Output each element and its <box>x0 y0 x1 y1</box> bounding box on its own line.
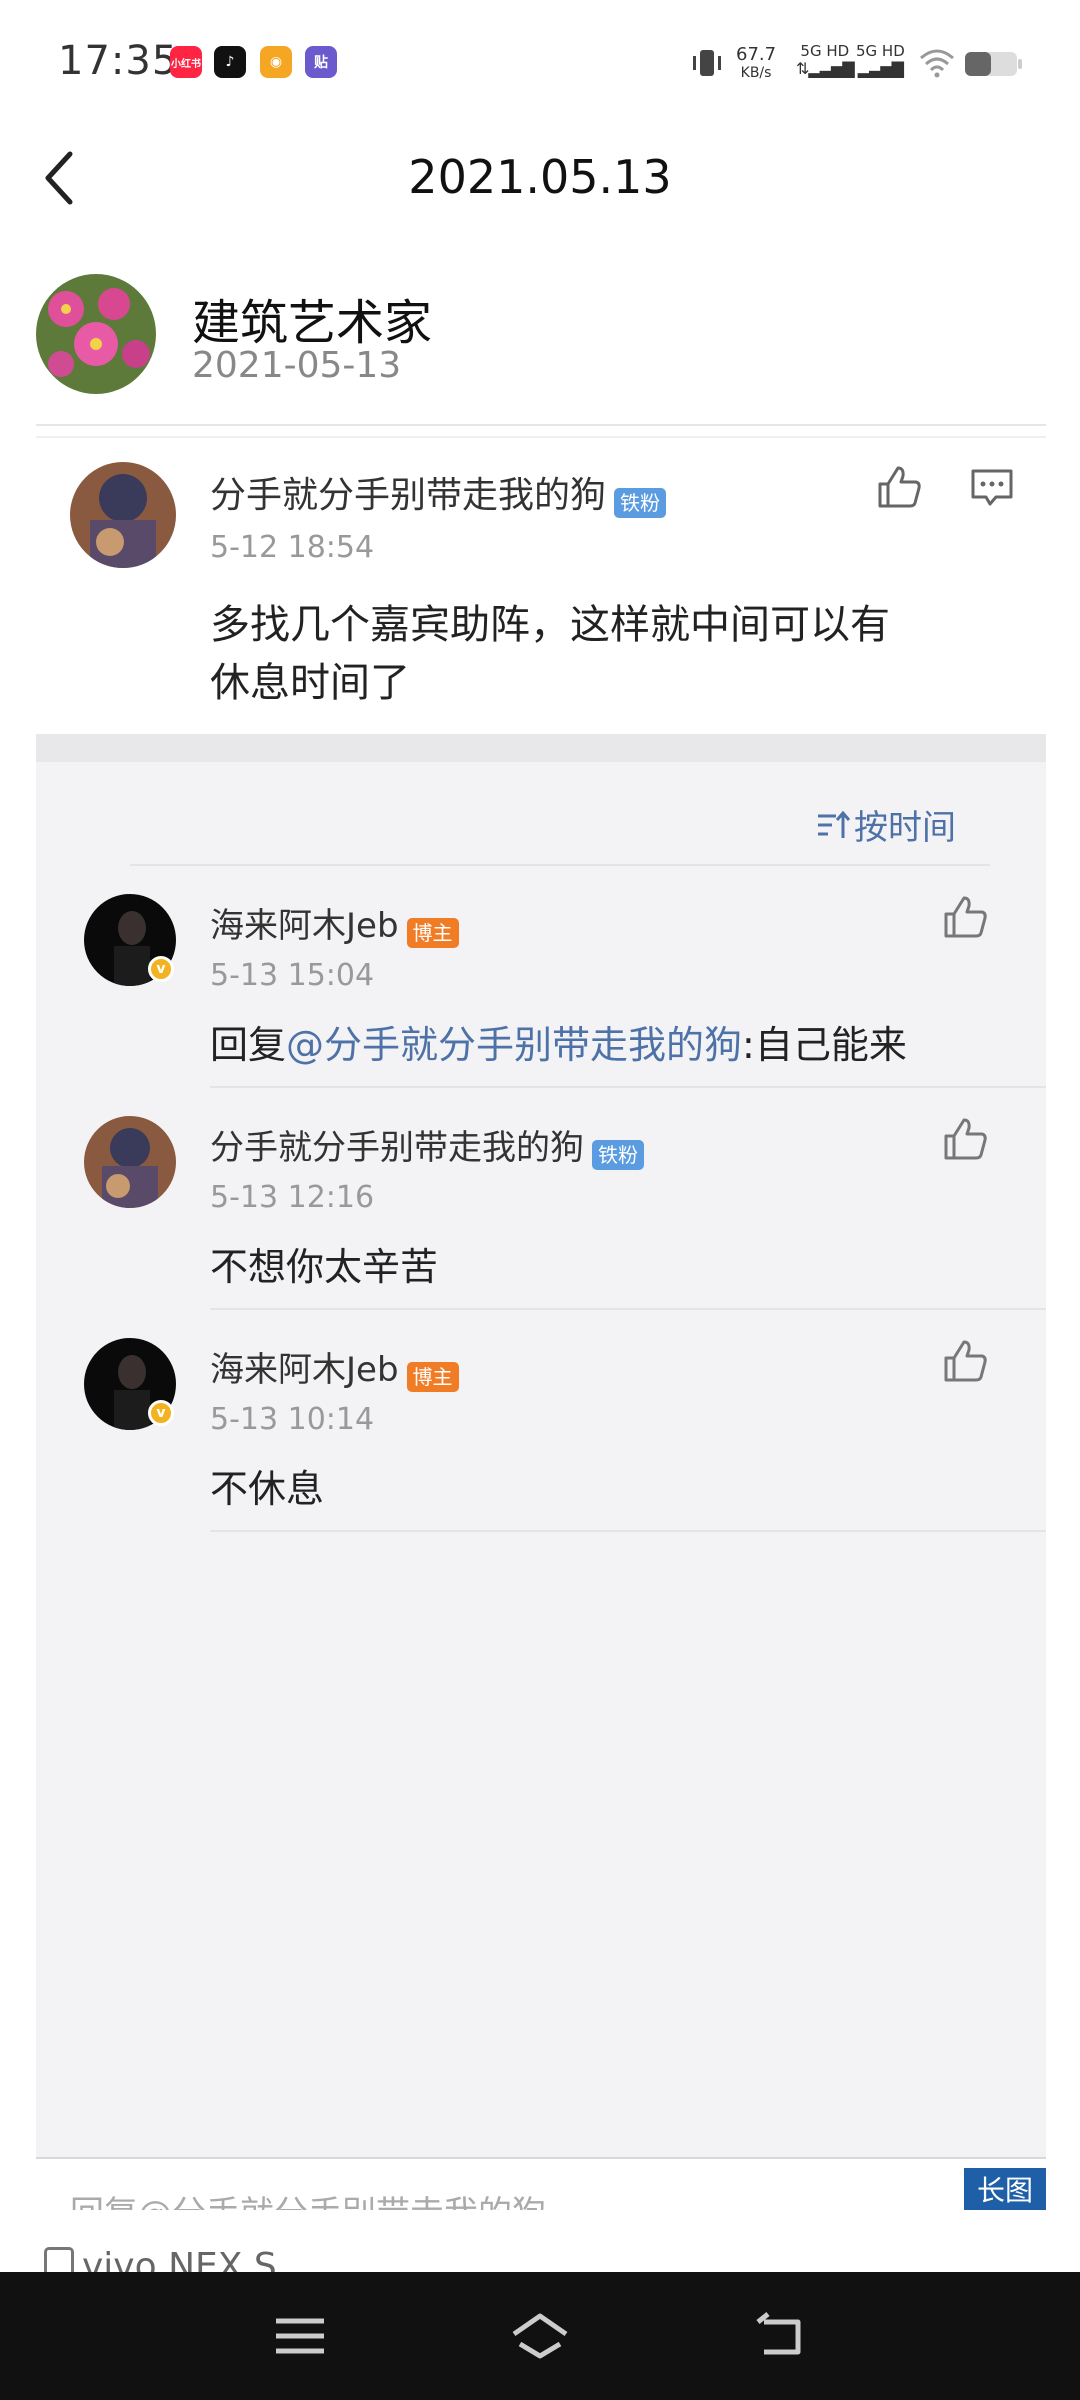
reply-time: 5-13 15:04 <box>210 958 375 993</box>
reply-panel <box>36 762 1046 2157</box>
divider <box>36 436 1046 438</box>
comment-time: 5-12 18:54 <box>210 530 375 565</box>
divider <box>210 1086 1046 1088</box>
verified-icon: v <box>148 956 174 982</box>
divider <box>210 1530 1046 1532</box>
reply-text: 不想你太辛苦 <box>210 1245 439 1289</box>
like-icon[interactable] <box>942 894 988 940</box>
blogger-badge: 博主 <box>406 917 459 948</box>
like-icon[interactable] <box>942 1116 988 1162</box>
reply-time: 5-13 10:14 <box>210 1402 375 1437</box>
device-watermark: vivo NEX S <box>44 2246 464 2272</box>
sort-button[interactable]: 按时间 <box>816 800 956 849</box>
divider <box>210 1308 1046 1310</box>
system-nav-bar <box>0 2272 1080 2400</box>
divider <box>36 2157 1046 2159</box>
reply-input[interactable]: 回复@分手就分手别带走我的狗 <box>70 2170 970 2210</box>
commenter-avatar[interactable] <box>70 462 176 568</box>
wifi-icon <box>920 49 954 78</box>
reply-item: v <box>84 1338 176 1430</box>
douyin-icon: ♪ <box>214 46 246 78</box>
menu-icon[interactable] <box>274 2316 326 2356</box>
weibo-icon: ◉ <box>260 46 292 78</box>
author-name[interactable]: 建筑艺术家 <box>192 283 432 353</box>
fan-badge: 铁粉 <box>614 487 667 518</box>
page-title: 2021.05.13 <box>408 150 672 204</box>
reply-username[interactable]: 海来阿木Jeb <box>210 1350 399 1390</box>
reply-text: 回复@分手就分手别带走我的狗:自己能来 <box>210 1023 907 1067</box>
reply-header: 分手就分手别带走我的狗 铁粉 <box>210 1120 644 1170</box>
signal-2: 5G HD ▂▃▅▇ <box>856 42 905 78</box>
vibrate-icon <box>693 50 721 76</box>
comment-icon[interactable] <box>970 468 1014 508</box>
xiaohongshu-icon: 小红书 <box>170 46 202 78</box>
verified-icon: v <box>148 1400 174 1426</box>
comment-header: 分手就分手别带走我的狗 铁粉 <box>210 466 667 518</box>
status-bar: 17:35 小红书 ♪ ◉ 贴 67.7 KB/s 5G HD ⇅▂▃▅▇ 5G … <box>0 0 1080 130</box>
reply-text: 不休息 <box>210 1467 325 1511</box>
reply-item: v <box>84 894 176 986</box>
commenter-avatar[interactable] <box>84 1116 176 1208</box>
phone-icon <box>44 2246 74 2272</box>
reply-header: 海来阿木Jeb 博主 <box>210 1342 459 1392</box>
reply-header: 海来阿木Jeb 博主 <box>210 898 459 948</box>
divider <box>36 424 1046 426</box>
reply-username[interactable]: 分手就分手别带走我的狗 <box>210 1128 584 1168</box>
reply-username[interactable]: 海来阿木Jeb <box>210 906 399 946</box>
fan-badge: 铁粉 <box>592 1139 644 1170</box>
blogger-badge: 博主 <box>406 1361 459 1392</box>
sort-icon <box>818 810 850 838</box>
comment-username[interactable]: 分手就分手别带走我的狗 <box>210 475 606 516</box>
author-avatar[interactable] <box>36 274 156 394</box>
tieba-icon: 贴 <box>305 46 337 78</box>
reply-time: 5-13 12:16 <box>210 1180 375 1215</box>
long-image-tag: 长图 <box>964 2168 1046 2210</box>
divider <box>130 864 990 866</box>
back-nav-icon[interactable] <box>754 2312 806 2360</box>
signal-1: 5G HD ⇅▂▃▅▇ <box>796 42 855 78</box>
section-divider <box>36 734 1046 762</box>
comment-text: 多找几个嘉宾助阵，这样就中间可以有 休息时间了 <box>210 602 890 706</box>
like-icon[interactable] <box>876 464 922 510</box>
post-date: 2021-05-13 <box>192 345 402 386</box>
mention-link[interactable]: @分手就分手别带走我的狗 <box>286 1023 742 1067</box>
status-time: 17:35 <box>58 38 179 84</box>
battery-icon <box>965 52 1022 76</box>
network-speed: 67.7 KB/s <box>736 44 777 82</box>
home-icon[interactable] <box>510 2312 570 2360</box>
like-icon[interactable] <box>942 1338 988 1384</box>
